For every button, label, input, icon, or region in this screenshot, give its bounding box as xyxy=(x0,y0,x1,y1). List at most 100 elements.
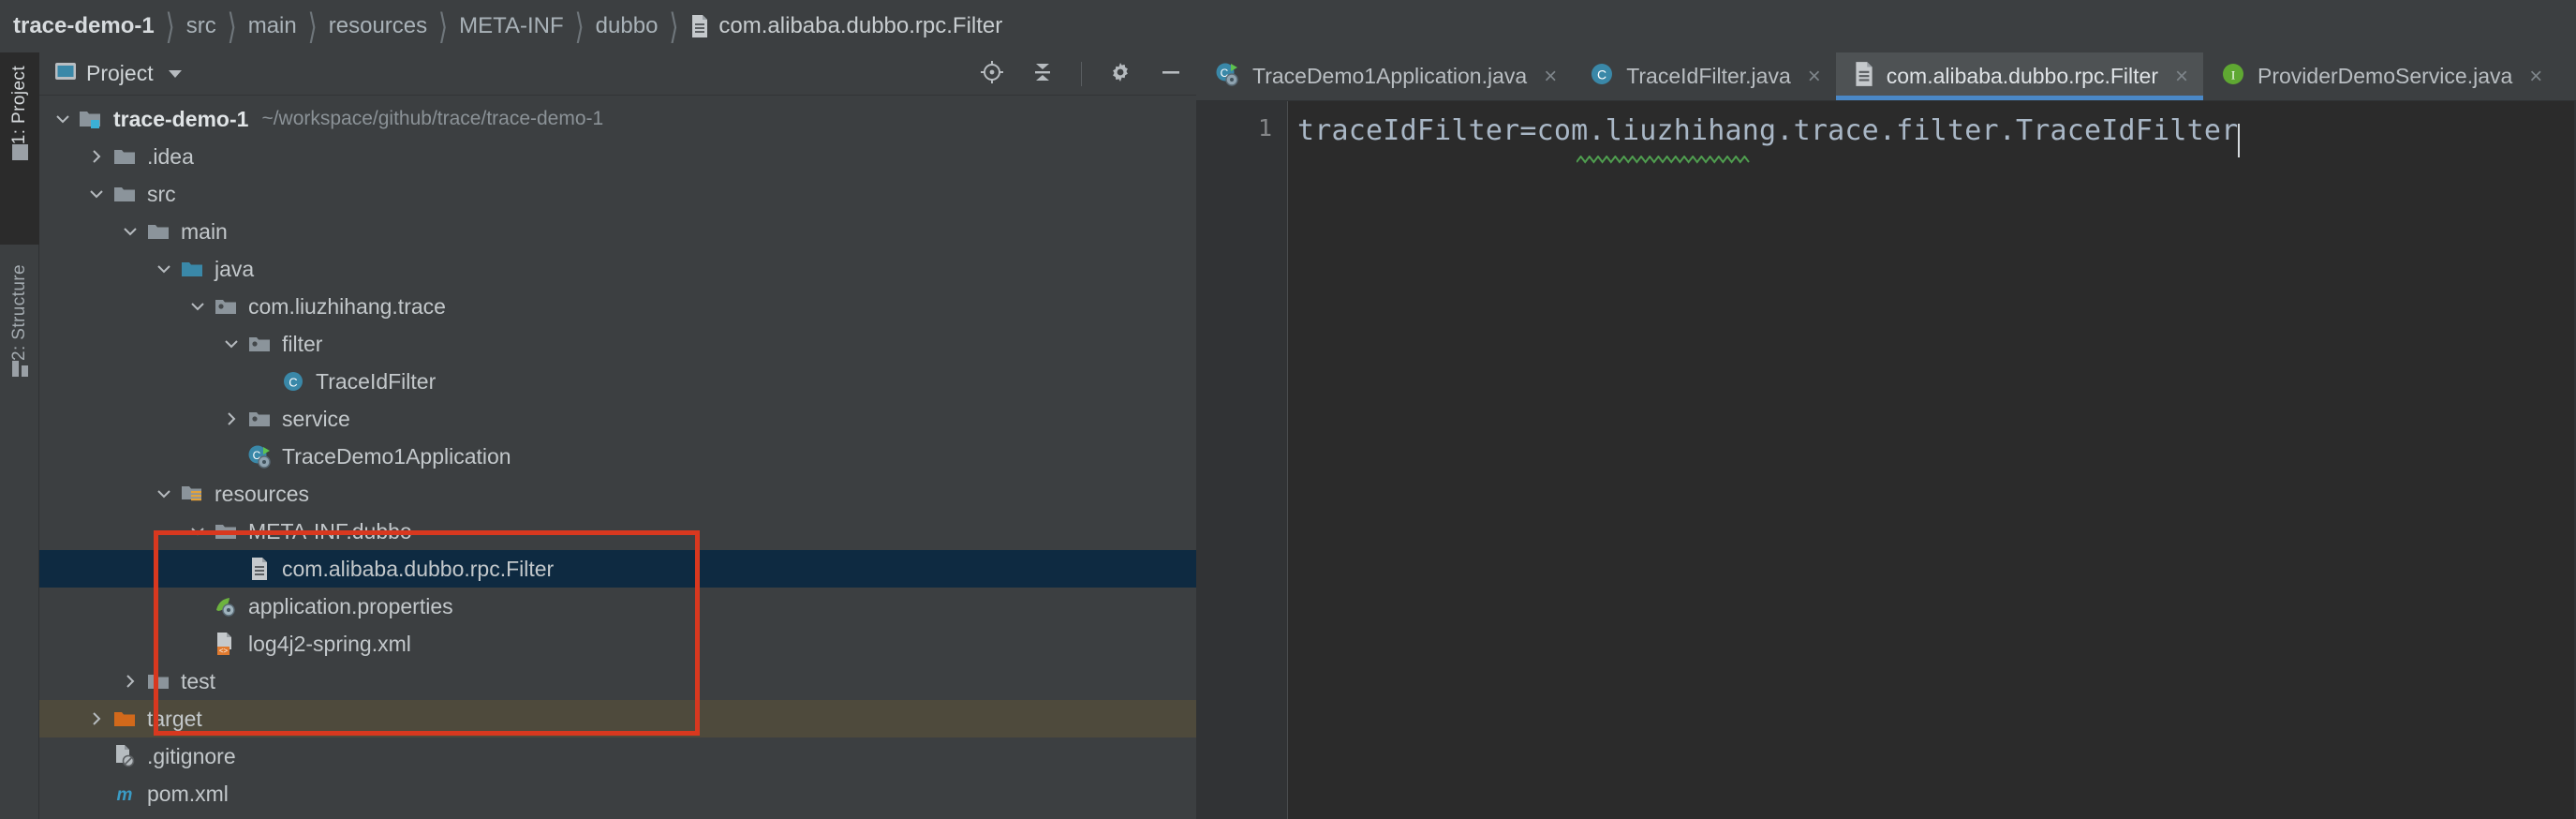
chevron-down-icon[interactable] xyxy=(184,288,212,325)
breadcrumb-item-file[interactable]: com.alibaba.dubbo.rpc.Filter xyxy=(689,0,1002,52)
breadcrumb-item-dubbo[interactable]: dubbo xyxy=(596,0,659,52)
sidebar-item-project[interactable]: 1: Project xyxy=(0,52,39,245)
tree-row-label: filter xyxy=(282,331,323,356)
scroll-from-source-icon[interactable] xyxy=(980,60,1004,89)
breadcrumb-item-meta-inf[interactable]: META-INF xyxy=(459,0,564,52)
code-editor[interactable]: 1 traceIdFilter=com.liuzhihang.trace.fil… xyxy=(1196,101,2576,819)
tree-row-package-com-liuzhihang-trace[interactable]: com.liuzhihang.trace xyxy=(39,288,1196,325)
tree-row-pom-xml[interactable]: m pom.xml xyxy=(39,775,1196,812)
xml-file-icon: <> xyxy=(212,625,240,663)
folder-icon xyxy=(144,213,172,250)
package-icon xyxy=(212,288,240,325)
tree-row-label: resources xyxy=(215,481,309,506)
code-line-wrapper: traceIdFilter=com.liuzhihang.trace.filte… xyxy=(1297,114,2241,164)
chevron-down-icon[interactable] xyxy=(168,69,182,78)
tree-row-src[interactable]: src xyxy=(39,175,1196,213)
tree-row-com-alibaba-dubbo-rpc-filter[interactable]: com.alibaba.dubbo.rpc.Filter xyxy=(39,550,1196,588)
tab-traceidfilter-java[interactable]: C TraceIdFilter.java × xyxy=(1572,52,1836,100)
breadcrumb-item-root[interactable]: trace-demo-1 xyxy=(13,0,155,52)
tree-row-package-filter[interactable]: filter xyxy=(39,325,1196,363)
tree-row-label: TraceIdFilter xyxy=(316,368,437,394)
project-tree[interactable]: trace-demo-1 ~/workspace/github/trace/tr… xyxy=(39,96,1196,819)
collapse-all-icon[interactable] xyxy=(1030,60,1055,89)
tree-row-target[interactable]: target xyxy=(39,700,1196,737)
editor-gutter[interactable]: 1 xyxy=(1196,101,1288,819)
breadcrumb-item-main[interactable]: main xyxy=(248,0,297,52)
chevron-right-icon[interactable] xyxy=(116,663,144,700)
project-view-selector[interactable]: Project xyxy=(54,61,182,86)
spring-properties-icon xyxy=(212,588,240,625)
java-class-icon: C xyxy=(1589,61,1615,92)
breadcrumb-label: META-INF xyxy=(459,13,564,38)
chevron-right-icon[interactable] xyxy=(82,700,111,737)
chevron-right-icon[interactable] xyxy=(82,138,111,175)
maven-pom-icon: m xyxy=(111,775,139,812)
tree-row-label: .idea xyxy=(147,143,194,169)
chevron-down-icon[interactable] xyxy=(217,325,245,363)
chevron-down-icon[interactable] xyxy=(150,475,178,513)
folder-icon xyxy=(111,175,139,213)
breadcrumb-separator-icon: ⟩ xyxy=(165,5,175,47)
project-icon xyxy=(11,144,28,161)
breadcrumb-separator-icon: ⟩ xyxy=(669,5,679,47)
tree-row-log4j2-spring-xml[interactable]: <> log4j2-spring.xml xyxy=(39,625,1196,663)
tree-row-resources[interactable]: resources xyxy=(39,475,1196,513)
tree-row-label: test xyxy=(181,668,216,693)
sidebar-item-label: 2: Structure xyxy=(9,264,29,362)
chevron-right-icon[interactable] xyxy=(217,400,245,438)
tab-providerdemoservice-java[interactable]: I ProviderDemoService.java × xyxy=(2203,52,2557,100)
chevron-down-icon[interactable] xyxy=(49,100,77,138)
settings-gear-icon[interactable] xyxy=(1108,60,1133,89)
hide-panel-icon[interactable] xyxy=(1159,60,1183,89)
editor-content[interactable]: traceIdFilter=com.liuzhihang.trace.filte… xyxy=(1288,101,2576,819)
project-panel-header: Project xyxy=(39,52,1196,96)
tree-row-main[interactable]: main xyxy=(39,213,1196,250)
close-icon[interactable]: × xyxy=(2529,65,2542,88)
breadcrumb-separator-icon: ⟩ xyxy=(227,5,237,47)
chevron-down-icon[interactable] xyxy=(116,213,144,250)
close-icon[interactable]: × xyxy=(2175,65,2188,88)
tree-row-package-service[interactable]: service xyxy=(39,400,1196,438)
close-icon[interactable]: × xyxy=(1544,65,1557,88)
breadcrumb-label: src xyxy=(185,13,216,38)
project-panel-title: Project xyxy=(86,61,154,85)
chevron-down-icon[interactable] xyxy=(184,513,212,550)
breadcrumb-item-src[interactable]: src xyxy=(186,0,216,52)
tree-row-test[interactable]: test xyxy=(39,663,1196,700)
tree-row-gitignore[interactable]: .gitignore xyxy=(39,737,1196,775)
tree-row-label: trace-demo-1 xyxy=(113,106,249,131)
tree-row-java[interactable]: java xyxy=(39,250,1196,288)
package-icon xyxy=(245,325,274,363)
svg-text:<>: <> xyxy=(219,647,229,655)
tab-label: TraceIdFilter.java xyxy=(1626,64,1791,88)
editor-tab-bar: C TraceDemo1Application.java × C TraceId… xyxy=(1196,52,2576,101)
chevron-down-icon[interactable] xyxy=(150,250,178,288)
tree-row-application-properties[interactable]: application.properties xyxy=(39,588,1196,625)
tree-row-label: TraceDemo1Application xyxy=(282,443,511,469)
tree-row-meta-inf-dubbo[interactable]: META-INF.dubbo xyxy=(39,513,1196,550)
breadcrumb-separator-icon: ⟩ xyxy=(307,5,318,47)
tree-row-traceidfilter[interactable]: C TraceIdFilter xyxy=(39,363,1196,400)
tree-row-label: src xyxy=(147,181,176,206)
spring-boot-run-icon: C xyxy=(1213,60,1241,93)
tab-tracedemo1application-java[interactable]: C TraceDemo1Application.java × xyxy=(1196,52,1572,100)
source-root-icon xyxy=(178,250,206,288)
tree-row-tracedemo1application[interactable]: C TraceDemo1Application xyxy=(39,438,1196,475)
tab-com-alibaba-dubbo-rpc-filter[interactable]: com.alibaba.dubbo.rpc.Filter × xyxy=(1835,52,2204,100)
toolbar-divider xyxy=(1081,62,1082,86)
sidebar-item-label: 1: Project xyxy=(9,66,29,145)
tree-row-label: com.liuzhihang.trace xyxy=(248,293,446,319)
project-tool-window: Project trace-demo-1 ~/workspace/github/… xyxy=(39,52,1196,819)
project-icon xyxy=(54,61,77,86)
breadcrumb-label: resources xyxy=(328,13,428,38)
chevron-down-icon[interactable] xyxy=(82,175,111,213)
module-icon xyxy=(77,100,105,138)
spring-boot-class-icon: C xyxy=(245,438,274,475)
breadcrumb-label: trace-demo-1 xyxy=(13,13,155,38)
breadcrumb-item-resources[interactable]: resources xyxy=(329,0,427,52)
sidebar-item-structure[interactable]: 2: Structure xyxy=(0,251,39,462)
editor-area: C TraceDemo1Application.java × C TraceId… xyxy=(1196,52,2576,819)
close-icon[interactable]: × xyxy=(1808,65,1821,88)
tree-row-idea[interactable]: .idea xyxy=(39,138,1196,175)
tree-row-trace-demo-1[interactable]: trace-demo-1 ~/workspace/github/trace/tr… xyxy=(39,100,1196,138)
